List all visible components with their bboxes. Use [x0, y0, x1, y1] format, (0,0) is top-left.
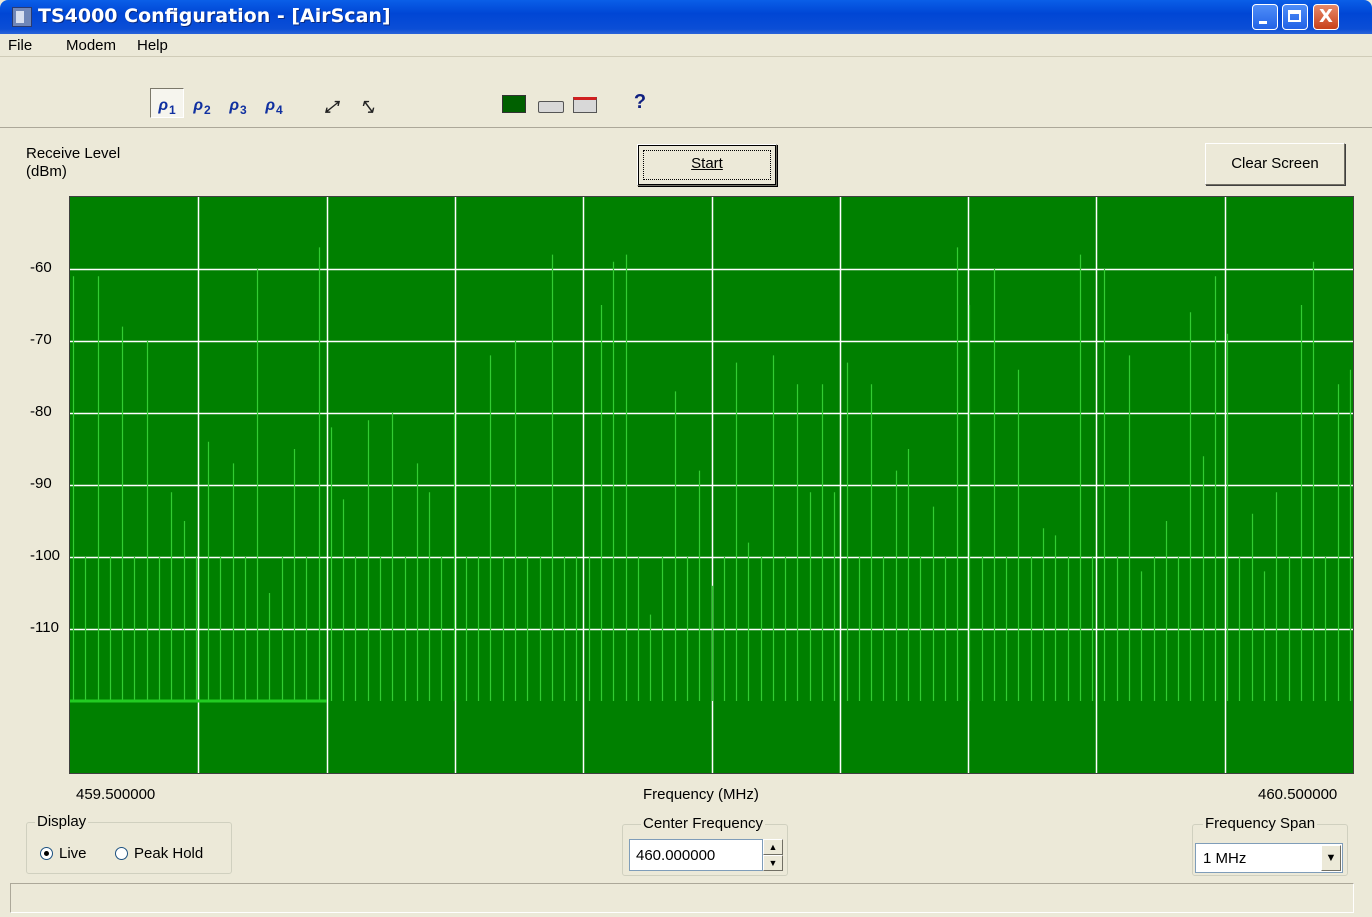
probe-1-icon: ρ1 — [158, 96, 176, 117]
peak-hold-radio-label: Peak Hold — [134, 845, 204, 862]
y-tick-label: -110 — [30, 619, 59, 636]
spectrum-button[interactable] — [497, 88, 531, 118]
menu-file[interactable]: File — [8, 37, 32, 54]
probe-3-button[interactable]: ρ3 — [221, 88, 255, 118]
title-bar[interactable]: TS4000 Configuration - [AirScan] X — [0, 0, 1372, 34]
spectrum-icon — [502, 95, 526, 113]
probe-2-icon: ρ2 — [193, 96, 211, 117]
probe-1-button[interactable]: ρ1 — [150, 88, 184, 118]
y-tick-label: -60 — [30, 259, 52, 276]
y-axis-label: Receive Level (dBm) — [26, 145, 121, 180]
display-group: Display Live Peak Hold — [26, 813, 232, 874]
modem-alert-icon — [573, 97, 597, 113]
spin-down-button[interactable]: ▼ — [763, 855, 783, 871]
display-legend: Display — [35, 813, 89, 830]
center-frequency-legend: Center Frequency — [641, 815, 766, 832]
live-radio-dot — [40, 847, 53, 860]
live-radio[interactable]: Live — [40, 845, 87, 862]
menu-help[interactable]: Help — [137, 37, 168, 54]
center-frequency-input[interactable]: 460.000000 — [629, 839, 763, 871]
disconnect-button[interactable]: ⤡ — [350, 88, 384, 118]
probe-3-icon: ρ3 — [229, 96, 247, 117]
spectrum-svg — [70, 197, 1353, 773]
spin-down-icon: ▼ — [768, 858, 778, 868]
spectrum-plot[interactable] — [69, 196, 1354, 774]
peak-hold-radio-dot — [115, 847, 128, 860]
y-tick-label: -90 — [30, 475, 52, 492]
start-button[interactable]: Start — [637, 144, 777, 186]
frequency-span-value: 1 MHz — [1203, 850, 1247, 867]
y-tick-label: -70 — [30, 331, 52, 348]
dropdown-arrow-icon[interactable]: ▼ — [1321, 845, 1341, 871]
help-icon: ? — [633, 91, 647, 113]
modem-icon — [538, 101, 564, 113]
modem-button[interactable] — [534, 88, 568, 118]
clear-screen-button[interactable]: Clear Screen — [1205, 143, 1345, 185]
clear-screen-label: Clear Screen — [1231, 155, 1319, 172]
peak-hold-radio[interactable]: Peak Hold — [115, 845, 203, 862]
probe-4-icon: ρ4 — [265, 96, 283, 117]
probe-4-button[interactable]: ρ4 — [257, 88, 291, 118]
status-bar — [10, 883, 1354, 913]
maximize-button[interactable] — [1282, 4, 1308, 30]
live-radio-label: Live — [59, 845, 87, 862]
minimize-button[interactable] — [1252, 4, 1278, 30]
menu-bar: File Modem Help — [0, 34, 1372, 57]
disconnect-icon: ⤡ — [360, 97, 374, 116]
x-end-label: 460.500000 — [1258, 786, 1338, 803]
frequency-span-legend: Frequency Span — [1203, 815, 1318, 832]
modem-alert-button[interactable] — [568, 88, 602, 118]
close-icon: X — [1319, 6, 1333, 27]
app-icon[interactable] — [12, 7, 32, 27]
start-focus-rect — [643, 150, 771, 180]
spin-up-icon: ▲ — [768, 842, 778, 852]
y-tick-label: -100 — [30, 547, 61, 564]
spin-up-button[interactable]: ▲ — [763, 839, 783, 855]
connect-button[interactable]: ⤢ — [314, 88, 348, 118]
connect-icon: ⤢ — [324, 97, 338, 116]
center-frequency-spinner: ▲ ▼ — [763, 839, 783, 871]
x-start-label: 459.500000 — [76, 786, 156, 803]
x-axis-label: Frequency (MHz) — [643, 786, 759, 803]
menu-modem[interactable]: Modem — [66, 37, 116, 54]
close-button[interactable]: X — [1313, 4, 1339, 30]
y-tick-label: -80 — [30, 403, 52, 420]
frequency-span-select[interactable]: 1 MHz ▼ — [1195, 843, 1343, 873]
help-button[interactable]: ? — [623, 88, 657, 118]
window-title: TS4000 Configuration - [AirScan] — [38, 5, 391, 27]
probe-2-button[interactable]: ρ2 — [185, 88, 219, 118]
